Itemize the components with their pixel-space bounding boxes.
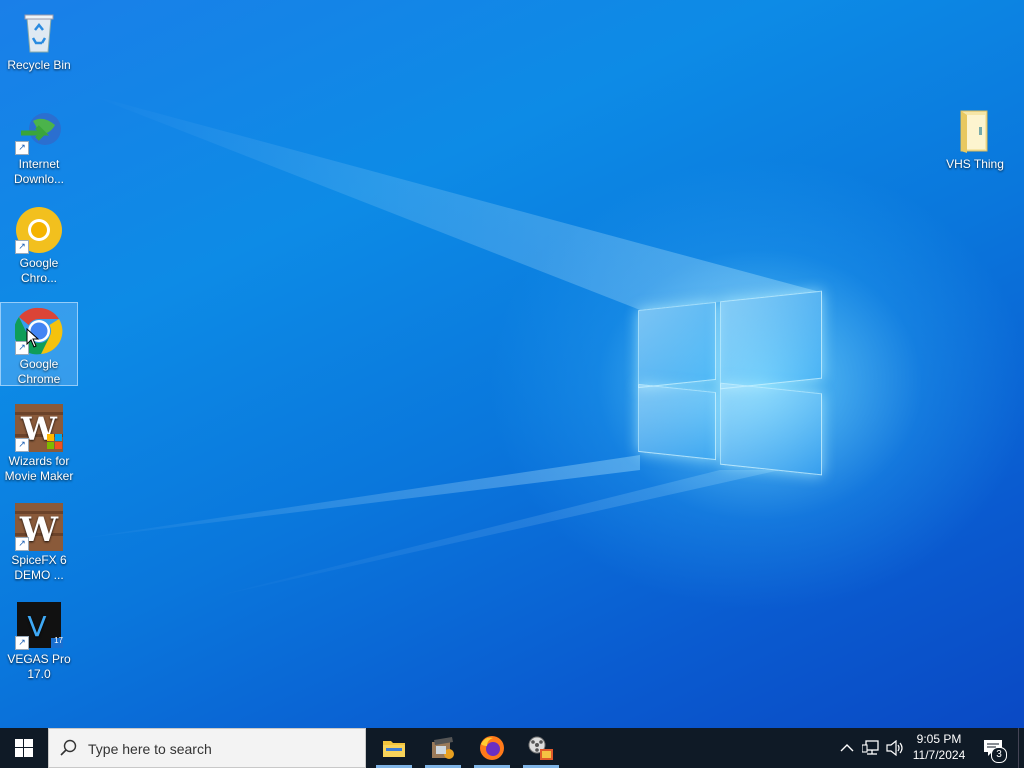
volume-button[interactable] bbox=[884, 728, 906, 768]
spicefx-icon: W ↗ bbox=[15, 503, 63, 551]
clock[interactable]: 9:05 PM 11/7/2024 bbox=[908, 728, 970, 768]
search-icon bbox=[60, 739, 77, 756]
shortcut-arrow-icon: ↗ bbox=[15, 636, 29, 650]
film-reel-icon bbox=[528, 736, 553, 760]
desktop-icon-label: Recycle Bin bbox=[7, 58, 71, 72]
desktop-icon-spicefx[interactable]: W ↗ SpiceFX 6 DEMO ... bbox=[1, 499, 77, 583]
search-box[interactable]: Type here to search bbox=[48, 728, 366, 768]
mouse-cursor-icon bbox=[26, 328, 40, 348]
vegas-pro-icon: V 17 ↗ bbox=[15, 602, 63, 650]
action-center-button[interactable]: 3 bbox=[974, 728, 1014, 768]
shortcut-arrow-icon: ↗ bbox=[15, 240, 29, 254]
shortcut-arrow-icon: ↗ bbox=[15, 438, 29, 452]
show-desktop-button[interactable] bbox=[1018, 728, 1024, 768]
search-placeholder: Type here to search bbox=[88, 741, 212, 757]
start-button[interactable] bbox=[0, 728, 48, 768]
google-chrome-canary-icon: ↗ bbox=[15, 206, 63, 254]
shortcut-arrow-icon: ↗ bbox=[15, 141, 29, 155]
movie-maker-icon bbox=[432, 737, 454, 759]
desktop-icon-label: Google Chro... bbox=[19, 256, 59, 285]
desktop-icon-vhs-thing-folder[interactable]: VHS Thing bbox=[937, 103, 1013, 172]
desktop-icon-google-chrome-canary[interactable]: ↗ Google Chro... bbox=[1, 202, 77, 286]
wizards-movie-maker-icon: W ↗ bbox=[15, 404, 63, 452]
desktop-icon-recycle-bin[interactable]: Recycle Bin bbox=[1, 4, 77, 73]
folder-icon bbox=[951, 107, 999, 155]
speaker-icon bbox=[886, 740, 903, 756]
desktop-icon-label: Google Chrome bbox=[17, 357, 61, 386]
desktop-icon-label: VHS Thing bbox=[946, 157, 1004, 171]
recycle-bin-icon bbox=[15, 8, 63, 56]
chevron-up-icon bbox=[840, 744, 854, 752]
show-hidden-icons-button[interactable] bbox=[838, 728, 856, 768]
wallpaper-beams bbox=[70, 95, 820, 600]
windows-start-icon bbox=[15, 739, 33, 757]
desktop-icon-wizards-movie-maker[interactable]: W ↗ Wizards for Movie Maker bbox=[1, 400, 77, 484]
taskbar-file-explorer[interactable] bbox=[370, 728, 418, 768]
clock-date: 11/7/2024 bbox=[912, 748, 966, 762]
svg-text:V: V bbox=[27, 610, 46, 643]
network-button[interactable] bbox=[860, 728, 882, 768]
taskbar-movie-maker[interactable] bbox=[419, 728, 467, 768]
desktop-icon-label: Wizards for Movie Maker bbox=[4, 454, 74, 483]
notification-count-badge: 3 bbox=[991, 747, 1007, 763]
desktop-icon-internet-download-manager[interactable]: ↗ Internet Downlo... bbox=[1, 103, 77, 187]
desktop-icon-label: Internet Downlo... bbox=[13, 157, 65, 186]
desktop[interactable]: Recycle Bin ↗ Internet Downlo... ↗ Googl… bbox=[0, 0, 1024, 728]
shortcut-arrow-icon: ↗ bbox=[15, 537, 29, 551]
clock-time: 9:05 PM bbox=[916, 732, 962, 746]
desktop-icon-label: VEGAS Pro 17.0 bbox=[7, 652, 71, 681]
taskbar-film-tool[interactable] bbox=[517, 728, 565, 768]
desktop-icon-label: SpiceFX 6 DEMO ... bbox=[11, 553, 67, 582]
network-icon bbox=[862, 740, 879, 755]
internet-download-manager-icon: ↗ bbox=[15, 107, 63, 155]
vegas-version-badge: 17 bbox=[54, 636, 63, 645]
taskbar: Type here to search 9:05 PM 11/7/2024 3 bbox=[0, 728, 1024, 768]
firefox-icon bbox=[480, 736, 504, 760]
file-explorer-icon bbox=[383, 741, 405, 757]
desktop-icon-vegas-pro[interactable]: V 17 ↗ VEGAS Pro 17.0 bbox=[1, 598, 77, 682]
taskbar-firefox[interactable] bbox=[468, 728, 516, 768]
